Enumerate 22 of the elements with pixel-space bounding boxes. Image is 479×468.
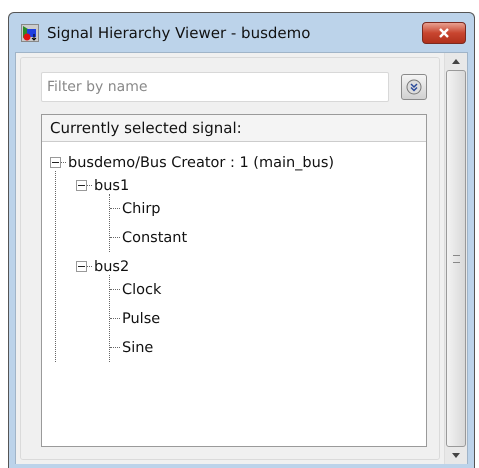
collapse-icon[interactable]: [50, 157, 61, 168]
options-button[interactable]: [401, 74, 427, 100]
tree-header: Currently selected signal:: [42, 115, 426, 142]
close-button[interactable]: [422, 22, 466, 44]
tree-item[interactable]: Pulse: [122, 310, 160, 326]
scroll-up-icon[interactable]: [452, 59, 460, 64]
tree-item[interactable]: Sine: [122, 340, 154, 356]
app-icon: [21, 24, 39, 42]
scroll-down-icon[interactable]: [452, 453, 460, 458]
window-title: Signal Hierarchy Viewer - busdemo: [47, 24, 312, 42]
chevron-down-icon: [406, 79, 422, 95]
tree-item[interactable]: Clock: [122, 282, 162, 298]
scrollbar[interactable]: [444, 53, 467, 464]
tree-item[interactable]: Constant: [122, 230, 188, 246]
collapse-icon[interactable]: [76, 261, 87, 272]
tree-item[interactable]: bus2: [94, 258, 130, 274]
tree-item[interactable]: busdemo/Bus Creator : 1 (main_bus): [68, 154, 334, 170]
close-icon: [438, 28, 450, 38]
tree-item[interactable]: bus1: [94, 178, 130, 194]
filter-field[interactable]: Filter by name: [41, 72, 389, 102]
collapse-icon[interactable]: [76, 180, 87, 191]
tree-item[interactable]: Chirp: [122, 200, 161, 216]
